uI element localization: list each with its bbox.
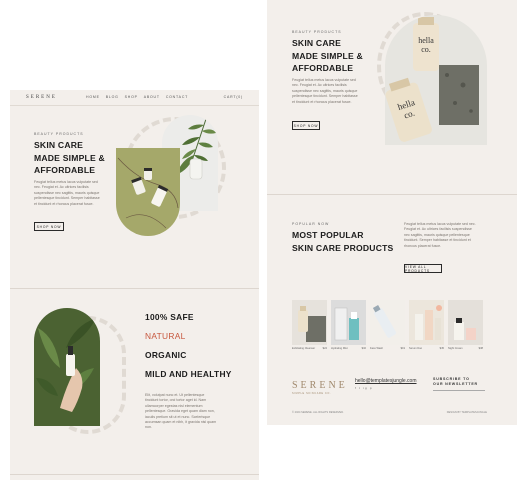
feature-image-hand bbox=[34, 308, 100, 426]
popular-eyebrow: POPULAR NOW bbox=[292, 222, 330, 226]
product-price: $32 bbox=[361, 347, 366, 350]
product-card[interactable]: Serum Duo $45 bbox=[409, 300, 444, 350]
popular-title-line-1: MOST POPULAR bbox=[292, 230, 364, 240]
bottom-divider bbox=[10, 474, 259, 475]
product-price: $19 bbox=[400, 347, 405, 350]
hero-title-right: SKIN CARE MADE SIMPLE & AFFORDABLE bbox=[292, 37, 363, 75]
footer-email-link[interactable]: hello@templatesjungle.com bbox=[355, 378, 417, 384]
product-name: Hydrating Mist bbox=[331, 347, 348, 350]
nav-link-blog[interactable]: BLOG bbox=[106, 95, 119, 99]
footer-credit[interactable]: DESIGN BY TEMPLATESJUNGLE bbox=[447, 411, 487, 414]
site-logo[interactable]: SERENE bbox=[26, 95, 57, 100]
hero-title-line-2: MADE SIMPLE & bbox=[34, 152, 105, 163]
product-card[interactable]: Night Cream $38 bbox=[448, 300, 483, 350]
hero-eyebrow-right: BEAUTY PRODUCTS bbox=[292, 30, 342, 34]
feature-organic: ORGANIC bbox=[145, 350, 187, 360]
newsletter-heading-line-2: OUR NEWSLETTER bbox=[433, 382, 478, 386]
hero-eyebrow: BEAUTY PRODUCTS bbox=[34, 132, 84, 136]
nav-link-shop[interactable]: SHOP bbox=[125, 95, 138, 99]
newsletter-email-input[interactable] bbox=[433, 390, 485, 391]
right-page-preview: BEAUTY PRODUCTS SKIN CARE MADE SIMPLE & … bbox=[267, 0, 517, 425]
product-image bbox=[448, 300, 483, 345]
nav-link-about[interactable]: ABOUT bbox=[144, 95, 160, 99]
hero-title-right-line-2: MADE SIMPLE & bbox=[292, 50, 363, 61]
hero-title: SKIN CARE MADE SIMPLE & AFFORDABLE bbox=[34, 139, 105, 177]
nav-link-home[interactable]: HOME bbox=[86, 95, 100, 99]
product-price: $38 bbox=[478, 347, 483, 350]
product-price: $24 bbox=[322, 347, 327, 350]
hero-title-right-line-3: AFFORDABLE bbox=[292, 63, 354, 73]
feature-safe: 100% SAFE bbox=[145, 312, 194, 322]
left-page-preview: SERENE HOME BLOG SHOP ABOUT CONTACT CART… bbox=[10, 90, 259, 480]
section-divider-right bbox=[267, 194, 517, 195]
shop-now-button-right[interactable]: SHOP NOW bbox=[292, 121, 320, 130]
product-image bbox=[292, 300, 327, 345]
product-image bbox=[331, 300, 366, 345]
bottle-label-1: hella bbox=[418, 36, 434, 45]
footer-logo[interactable]: SERENE bbox=[292, 380, 348, 391]
nav-cart[interactable]: CART(0) bbox=[224, 95, 243, 99]
hero-body-right: Feugiat tellus metus lacus vulputate sed… bbox=[292, 78, 358, 104]
hero-title-line-3: AFFORDABLE bbox=[34, 165, 96, 175]
hero-title-line-1: SKIN CARE bbox=[34, 140, 84, 150]
footer-copyright: © 2024 SERENE. ALL RIGHTS RESERVED. bbox=[292, 411, 344, 414]
product-card[interactable]: Hydrating Mist $32 bbox=[331, 300, 366, 350]
popular-body: Feugiat tellus metus lacus vulputate sed… bbox=[404, 222, 476, 248]
hero-body: Feugiat tellus metus lacus vulputate sed… bbox=[34, 180, 100, 206]
nav-links: HOME BLOG SHOP ABOUT CONTACT bbox=[86, 95, 188, 99]
product-name: Night Cream bbox=[448, 347, 463, 350]
product-name: Face Wash bbox=[370, 347, 384, 350]
footer-social-icons[interactable]: f t ig p bbox=[355, 386, 373, 390]
feature-mild: MILD AND HEALTHY bbox=[145, 369, 232, 379]
product-name: Serum Duo bbox=[409, 347, 423, 350]
popular-title-line-2: SKIN CARE PRODUCTS bbox=[292, 242, 394, 253]
feature-body: Elit, volutpat nunc et. Ut pellentesque … bbox=[145, 393, 217, 430]
footer-tagline: SIMPLE SKINCARE CO. bbox=[292, 392, 332, 395]
hero-image-products bbox=[116, 148, 180, 236]
section-divider bbox=[10, 288, 259, 289]
hero-image-bottles: hella co. hella co. bbox=[385, 15, 487, 145]
popular-title: MOST POPULAR SKIN CARE PRODUCTS bbox=[292, 229, 393, 254]
product-image bbox=[370, 300, 405, 345]
product-price: $45 bbox=[439, 347, 444, 350]
product-card[interactable]: Face Wash $19 bbox=[370, 300, 405, 350]
shop-now-button[interactable]: SHOP NOW bbox=[34, 222, 64, 231]
hero-title-right-line-1: SKIN CARE bbox=[292, 38, 342, 48]
product-image bbox=[409, 300, 444, 345]
product-name: Exfoliating Cleanser bbox=[292, 347, 316, 350]
nav-link-contact[interactable]: CONTACT bbox=[166, 95, 188, 99]
product-card[interactable]: Exfoliating Cleanser $24 bbox=[292, 300, 327, 350]
svg-text:co.: co. bbox=[421, 45, 431, 54]
feature-natural: NATURAL bbox=[145, 331, 186, 341]
top-nav: SERENE HOME BLOG SHOP ABOUT CONTACT CART… bbox=[10, 90, 259, 106]
view-all-products-button[interactable]: VIEW ALL PRODUCTS bbox=[404, 264, 442, 273]
newsletter-heading: SUBSCRIBE TO OUR NEWSLETTER bbox=[433, 377, 478, 387]
